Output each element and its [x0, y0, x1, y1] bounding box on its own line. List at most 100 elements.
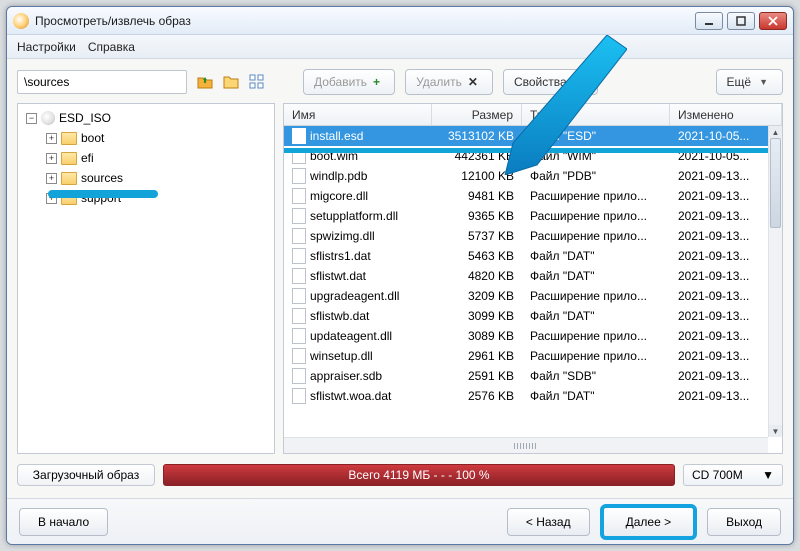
file-icon — [292, 308, 306, 324]
file-name: updateagent.dll — [310, 329, 392, 343]
folder-tree[interactable]: − ESD_ISO +boot +efi +sources +support — [17, 103, 275, 454]
file-name: windlp.pdb — [310, 169, 367, 183]
file-type: Файл "ESD" — [522, 129, 670, 143]
file-row[interactable]: updateagent.dll 3089 KBРасширение прило..… — [284, 326, 782, 346]
file-name: appraiser.sdb — [310, 369, 382, 383]
remove-button[interactable]: Удалить✕ — [405, 69, 493, 95]
file-size: 3099 KB — [432, 309, 522, 323]
maximize-button[interactable] — [727, 12, 755, 30]
column-headers: Имя Размер Тип Изменено — [284, 104, 782, 126]
caret-down-icon: ▼ — [759, 77, 768, 87]
menu-help[interactable]: Справка — [88, 40, 135, 54]
file-icon — [292, 128, 306, 144]
file-row[interactable]: sflistwt.dat4820 KBФайл "DAT"2021-09-13.… — [284, 266, 782, 286]
file-size: 3513102 KB — [432, 129, 522, 143]
close-button[interactable] — [759, 12, 787, 30]
vertical-scrollbar[interactable]: ▲ ▼ — [768, 126, 782, 437]
file-modified: 2021-09-13... — [670, 369, 782, 383]
file-size: 5737 KB — [432, 229, 522, 243]
titlebar[interactable]: Просмотреть/извлечь образ — [7, 7, 793, 35]
file-name: sflistwb.dat — [310, 309, 369, 323]
file-modified: 2021-09-13... — [670, 349, 782, 363]
file-modified: 2021-09-13... — [670, 229, 782, 243]
file-icon — [292, 168, 306, 184]
file-list-body[interactable]: install.esd3513102 KBФайл "ESD"2021-10-0… — [284, 126, 782, 453]
annotation-marker — [48, 190, 158, 198]
add-button[interactable]: Добавить+ — [303, 69, 395, 95]
file-name: sflistwt.woa.dat — [310, 389, 391, 403]
folder-open-icon[interactable] — [223, 74, 239, 90]
file-type: Файл "DAT" — [522, 269, 670, 283]
file-icon — [292, 208, 306, 224]
expand-icon[interactable]: + — [46, 153, 57, 164]
scroll-thumb[interactable] — [770, 138, 781, 228]
grip-icon — [514, 443, 538, 449]
file-row[interactable]: sflistrs1.dat5463 KBФайл "DAT"2021-09-13… — [284, 246, 782, 266]
file-size: 2576 KB — [432, 389, 522, 403]
file-row[interactable]: sflistwb.dat3099 KBФайл "DAT"2021-09-13.… — [284, 306, 782, 326]
file-row[interactable]: migcore.dll9481 KBРасширение прило...202… — [284, 186, 782, 206]
file-row[interactable]: spwizimg.dll5737 KBРасширение прило...20… — [284, 226, 782, 246]
collapse-icon[interactable]: − — [26, 113, 37, 124]
minimize-button[interactable] — [695, 12, 723, 30]
scroll-up-icon[interactable]: ▲ — [769, 126, 782, 138]
path-input[interactable]: \sources — [17, 70, 187, 94]
folder-icon — [61, 132, 77, 145]
file-type: Расширение прило... — [522, 209, 670, 223]
tree-root[interactable]: − ESD_ISO — [20, 108, 272, 128]
properties-button[interactable]: Свойства✔ — [503, 69, 598, 95]
begin-button[interactable]: В начало — [19, 508, 108, 536]
app-icon — [13, 13, 29, 29]
plus-icon: + — [373, 75, 380, 89]
file-modified: 2021-09-13... — [670, 289, 782, 303]
tree-item-sources[interactable]: +sources — [20, 168, 272, 188]
file-row[interactable]: sflistwt.woa.dat2576 KBФайл "DAT"2021-09… — [284, 386, 782, 406]
file-icon — [292, 328, 306, 344]
more-button[interactable]: Ещё▼ — [716, 69, 783, 95]
tree-item-efi[interactable]: +efi — [20, 148, 272, 168]
path-text: \sources — [24, 75, 69, 89]
file-type: Файл "PDB" — [522, 169, 670, 183]
file-row[interactable]: windlp.pdb12100 KBФайл "PDB"2021-09-13..… — [284, 166, 782, 186]
file-row[interactable]: upgradeagent.dll3209 KBРасширение прило.… — [284, 286, 782, 306]
file-row[interactable]: winsetup.dll2961 KBРасширение прило...20… — [284, 346, 782, 366]
file-icon — [292, 228, 306, 244]
file-row[interactable]: setupplatform.dll9365 KBРасширение прило… — [284, 206, 782, 226]
file-size: 3089 KB — [432, 329, 522, 343]
folder-up-icon[interactable] — [197, 74, 213, 90]
file-name: migcore.dll — [310, 189, 368, 203]
next-button[interactable]: Далее > — [600, 504, 698, 540]
expand-icon[interactable]: + — [46, 173, 57, 184]
back-button[interactable]: < Назад — [507, 508, 590, 536]
exit-button[interactable]: Выход — [707, 508, 781, 536]
file-size: 9481 KB — [432, 189, 522, 203]
horizontal-scrollbar[interactable] — [284, 437, 768, 453]
file-type: Файл "DAT" — [522, 309, 670, 323]
menu-settings[interactable]: Настройки — [17, 40, 76, 54]
column-type[interactable]: Тип — [522, 104, 670, 125]
column-size[interactable]: Размер — [432, 104, 522, 125]
progress-text: Всего 4119 МБ - - - 100 % — [348, 468, 489, 482]
view-grid-icon[interactable] — [249, 74, 265, 90]
scroll-down-icon[interactable]: ▼ — [769, 425, 782, 437]
column-name[interactable]: Имя — [284, 104, 432, 125]
media-select[interactable]: CD 700M▼ — [683, 464, 783, 486]
file-type: Расширение прило... — [522, 329, 670, 343]
file-icon — [292, 268, 306, 284]
file-modified: 2021-09-13... — [670, 169, 782, 183]
file-size: 4820 KB — [432, 269, 522, 283]
file-row[interactable]: install.esd3513102 KBФайл "ESD"2021-10-0… — [284, 126, 782, 146]
file-name: upgradeagent.dll — [310, 289, 399, 303]
folder-icon — [61, 152, 77, 165]
file-name: sflistrs1.dat — [310, 249, 371, 263]
file-modified: 2021-09-13... — [670, 209, 782, 223]
expand-icon[interactable]: + — [46, 133, 57, 144]
toolbar: \sources Добавить+ Удалить✕ Свойства✔ Ещ… — [17, 69, 783, 95]
file-name: winsetup.dll — [310, 349, 373, 363]
file-row[interactable]: appraiser.sdb2591 KBФайл "SDB"2021-09-13… — [284, 366, 782, 386]
annotation-underline — [284, 148, 768, 153]
file-type: Расширение прило... — [522, 289, 670, 303]
file-icon — [292, 288, 306, 304]
column-modified[interactable]: Изменено — [670, 104, 782, 125]
tree-item-boot[interactable]: +boot — [20, 128, 272, 148]
